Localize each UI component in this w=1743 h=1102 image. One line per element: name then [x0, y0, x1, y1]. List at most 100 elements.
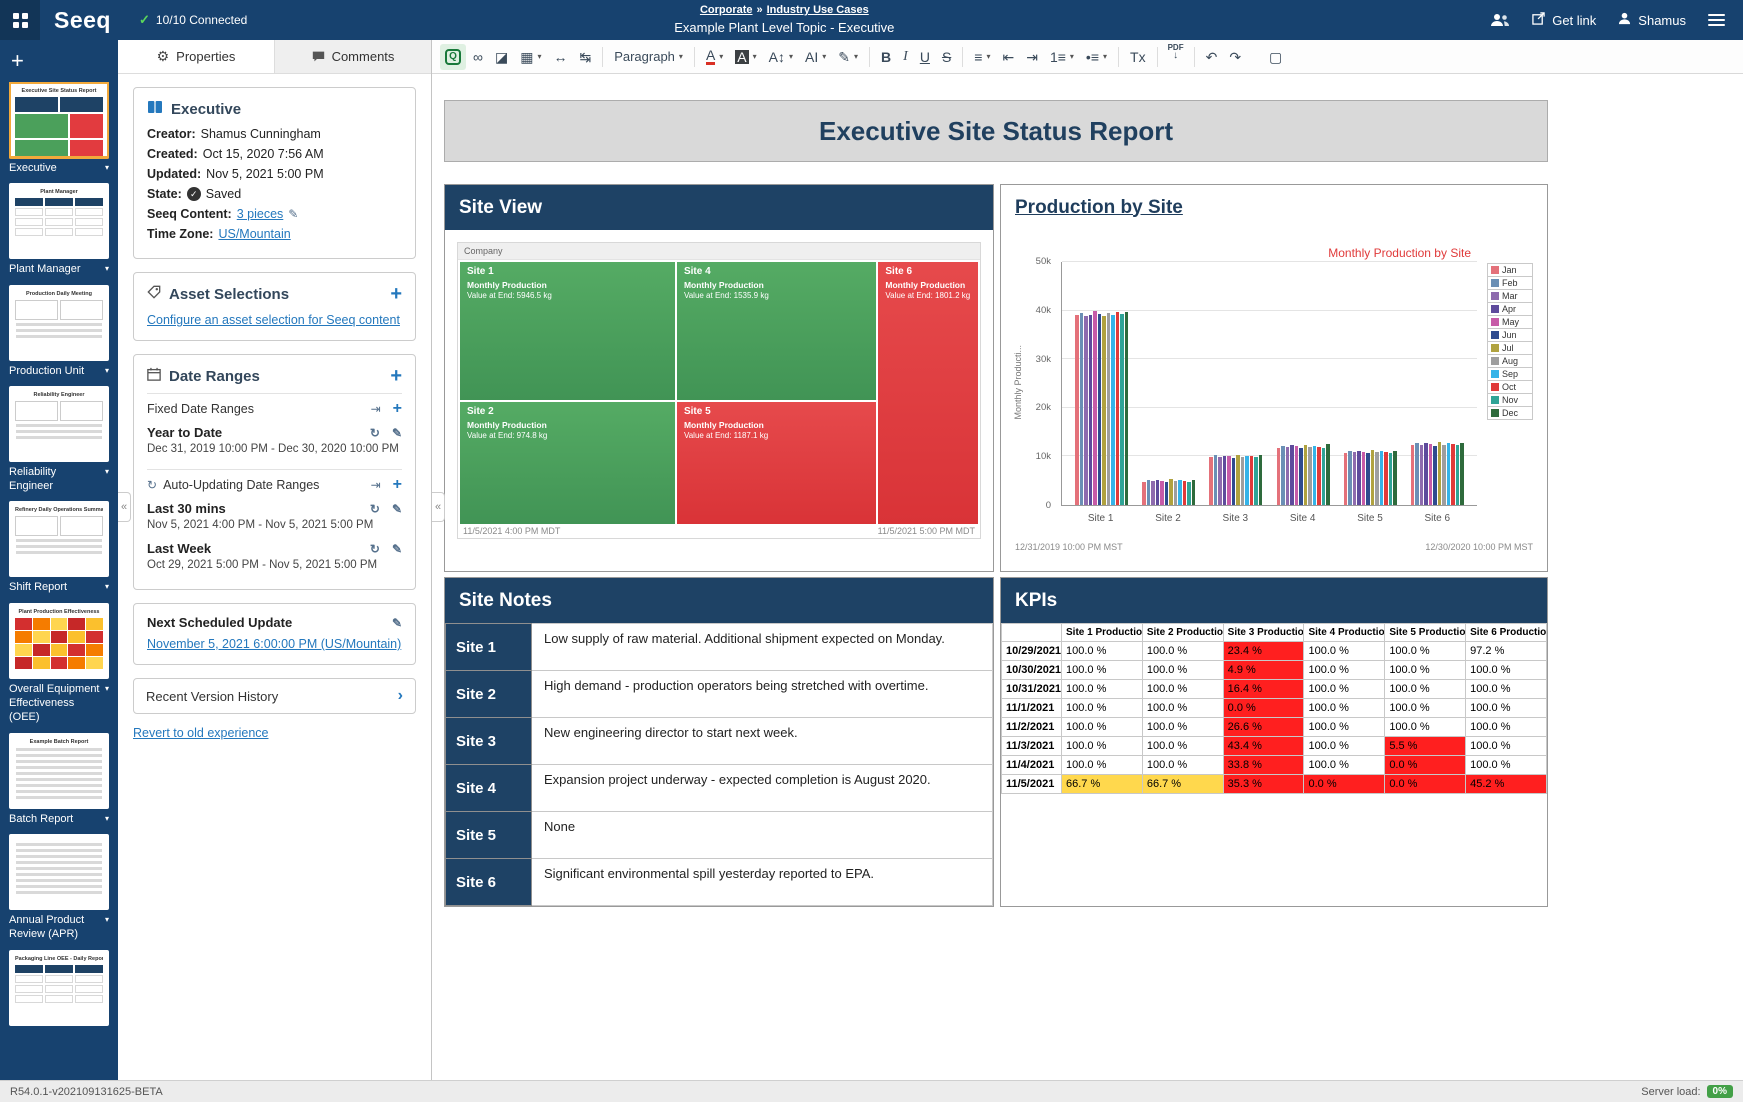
page-thumbnail[interactable]: Example Batch Report	[9, 733, 109, 809]
font-family-button[interactable]: AI▾	[800, 44, 831, 70]
font-size-button[interactable]: A↕▾	[764, 44, 798, 70]
legend-item-may[interactable]: May	[1487, 315, 1533, 329]
unordered-list-button[interactable]: •≡▾	[1081, 44, 1112, 70]
date-range-last-week[interactable]: Last Week ↻ ✎ Oct 29, 2021 5:00 PM - Nov…	[147, 538, 402, 578]
treemap-cell-site4[interactable]: Site 4Monthly ProductionValue at End: 15…	[677, 262, 876, 400]
fixed-width-view-button[interactable]: ▢	[1264, 44, 1287, 70]
legend-item-jan[interactable]: Jan	[1487, 263, 1533, 277]
legend-item-apr[interactable]: Apr	[1487, 302, 1533, 316]
chevron-down-icon[interactable]: ▾	[105, 264, 109, 274]
revert-to-old-experience-link[interactable]: Revert to old experience	[133, 726, 269, 740]
sidebar-page-shift-report[interactable]: Refinery Daily Operations SummaryShift R…	[9, 501, 109, 594]
chevron-down-icon[interactable]: ▾	[105, 163, 109, 173]
edit-icon[interactable]: ✎	[392, 616, 402, 630]
page-thumbnail[interactable]: Plant Manager	[9, 183, 109, 259]
page-break-button[interactable]: ↹	[574, 44, 596, 70]
refresh-icon[interactable]: ↻	[370, 542, 380, 556]
legend-item-dec[interactable]: Dec	[1487, 406, 1533, 420]
insert-link-button[interactable]: ∞	[468, 44, 488, 70]
chevron-down-icon[interactable]: ▾	[105, 814, 109, 824]
legend-item-jun[interactable]: Jun	[1487, 328, 1533, 342]
get-link-button[interactable]: Get link	[1532, 12, 1596, 28]
tab-properties[interactable]: ⚙ Properties	[118, 40, 275, 73]
page-thumbnail[interactable]: Packaging Line OEE - Daily Report	[9, 950, 109, 1026]
apps-menu-button[interactable]	[0, 0, 40, 40]
sidebar-page-plant-manager[interactable]: Plant ManagerPlant Manager▾	[9, 183, 109, 276]
underline-button[interactable]: U	[915, 44, 935, 70]
collapse-properties-handle[interactable]: «	[432, 492, 445, 522]
redo-button[interactable]: ↷	[1224, 44, 1246, 70]
strikethrough-button[interactable]: S	[937, 44, 956, 70]
treemap-cell-site5[interactable]: Site 5Monthly ProductionValue at End: 11…	[677, 402, 876, 524]
page-thumbnail[interactable]: Production Daily Meeting	[9, 285, 109, 361]
highlight-color-button[interactable]: A▾	[730, 44, 761, 70]
add-fixed-range-button[interactable]: +	[393, 401, 402, 417]
configure-asset-selection-link[interactable]: Configure an asset selection for Seeq co…	[147, 313, 400, 327]
legend-item-jul[interactable]: Jul	[1487, 341, 1533, 355]
sidebar-page-batch-report[interactable]: Example Batch ReportBatch Report▾	[9, 733, 109, 826]
sidebar-page-overall-equipment-effectiveness-oee[interactable]: Plant Production EffectivenessOverall Eq…	[9, 603, 109, 725]
chevron-down-icon[interactable]: ▾	[105, 684, 109, 694]
paragraph-style-button[interactable]: Paragraph▾	[609, 44, 688, 70]
fixed-width-button[interactable]: ↔	[548, 44, 572, 70]
insert-table-button[interactable]: ▦▾	[515, 44, 546, 70]
breadcrumb-industry-use-cases[interactable]: Industry Use Cases	[767, 4, 869, 16]
insert-seeq-content-button[interactable]: Q	[440, 44, 466, 70]
step-to-end-icon[interactable]: ⇥	[371, 478, 381, 492]
export-pdf-button[interactable]: PDF↓	[1164, 44, 1188, 70]
hamburger-menu-icon[interactable]	[1708, 14, 1725, 26]
add-date-range-button[interactable]: +	[390, 366, 402, 386]
legend-item-sep[interactable]: Sep	[1487, 367, 1533, 381]
undo-button[interactable]: ↶	[1201, 44, 1223, 70]
chevron-down-icon[interactable]: ▾	[105, 467, 109, 477]
legend-item-oct[interactable]: Oct	[1487, 380, 1533, 394]
date-range-last-30-mins[interactable]: Last 30 mins ↻ ✎ Nov 5, 2021 4:00 PM - N…	[147, 498, 402, 538]
users-icon[interactable]	[1490, 13, 1510, 27]
edit-icon[interactable]: ✎	[392, 426, 402, 440]
clear-formatting-button[interactable]: Tx	[1125, 44, 1151, 70]
sidebar-page-annual-product-review-apr[interactable]: Annual Product Review (APR)▾	[9, 834, 109, 942]
step-to-end-icon[interactable]: ⇥	[371, 402, 381, 416]
refresh-icon[interactable]: ↻	[370, 502, 380, 516]
collapse-sidebar-handle[interactable]: «	[118, 492, 131, 522]
page-thumbnail[interactable]: Reliability Engineer	[9, 386, 109, 462]
legend-item-nov[interactable]: Nov	[1487, 393, 1533, 407]
seeq-content-link[interactable]: 3 pieces	[237, 207, 284, 221]
user-menu-button[interactable]: Shamus	[1618, 12, 1686, 28]
insert-signature-button[interactable]: ✎▾	[833, 44, 863, 70]
edit-icon[interactable]: ✎	[288, 207, 298, 221]
page-thumbnail[interactable]	[9, 834, 109, 910]
edit-icon[interactable]: ✎	[392, 542, 402, 556]
legend-item-mar[interactable]: Mar	[1487, 289, 1533, 303]
add-auto-range-button[interactable]: +	[393, 477, 402, 493]
seeq-logo[interactable]: Seeq	[54, 7, 111, 34]
next-scheduled-update-link[interactable]: November 5, 2021 6:00:00 PM (US/Mountain…	[147, 637, 401, 651]
bold-button[interactable]: B	[876, 44, 896, 70]
recent-version-history-button[interactable]: Recent Version History ›	[133, 678, 416, 714]
legend-item-feb[interactable]: Feb	[1487, 276, 1533, 290]
legend-item-aug[interactable]: Aug	[1487, 354, 1533, 368]
chevron-down-icon[interactable]: ▾	[105, 366, 109, 376]
edit-icon[interactable]: ✎	[392, 502, 402, 516]
decrease-indent-button[interactable]: ⇤	[997, 44, 1019, 70]
chevron-down-icon[interactable]: ▾	[105, 915, 109, 925]
ordered-list-button[interactable]: 1≡▾	[1045, 44, 1079, 70]
text-color-button[interactable]: A▾	[701, 44, 728, 70]
tab-comments[interactable]: Comments	[275, 40, 431, 73]
align-button[interactable]: ≡▾	[969, 44, 995, 70]
breadcrumb-corporate[interactable]: Corporate	[700, 4, 753, 16]
sidebar-page-executive[interactable]: Executive Site Status ReportExecutive▾	[9, 82, 109, 175]
add-asset-selection-button[interactable]: +	[390, 284, 402, 304]
page-thumbnail[interactable]: Plant Production Effectiveness	[9, 603, 109, 679]
refresh-icon[interactable]: ↻	[370, 426, 380, 440]
chevron-down-icon[interactable]: ▾	[105, 582, 109, 592]
timezone-link[interactable]: US/Mountain	[218, 227, 290, 241]
insert-image-button[interactable]: ◪	[490, 44, 513, 70]
treemap-cell-site1[interactable]: Site 1Monthly ProductionValue at End: 59…	[460, 262, 675, 400]
page-thumbnail[interactable]: Refinery Daily Operations Summary	[9, 501, 109, 577]
add-page-button[interactable]: +	[11, 50, 31, 72]
date-range-year-to-date[interactable]: Year to Date ↻ ✎ Dec 31, 2019 10:00 PM -…	[147, 422, 402, 462]
increase-indent-button[interactable]: ⇥	[1021, 44, 1043, 70]
sidebar-page-production-unit[interactable]: Production Daily MeetingProduction Unit▾	[9, 285, 109, 378]
document-area[interactable]: Executive Site Status Report Site View C…	[432, 74, 1743, 1080]
